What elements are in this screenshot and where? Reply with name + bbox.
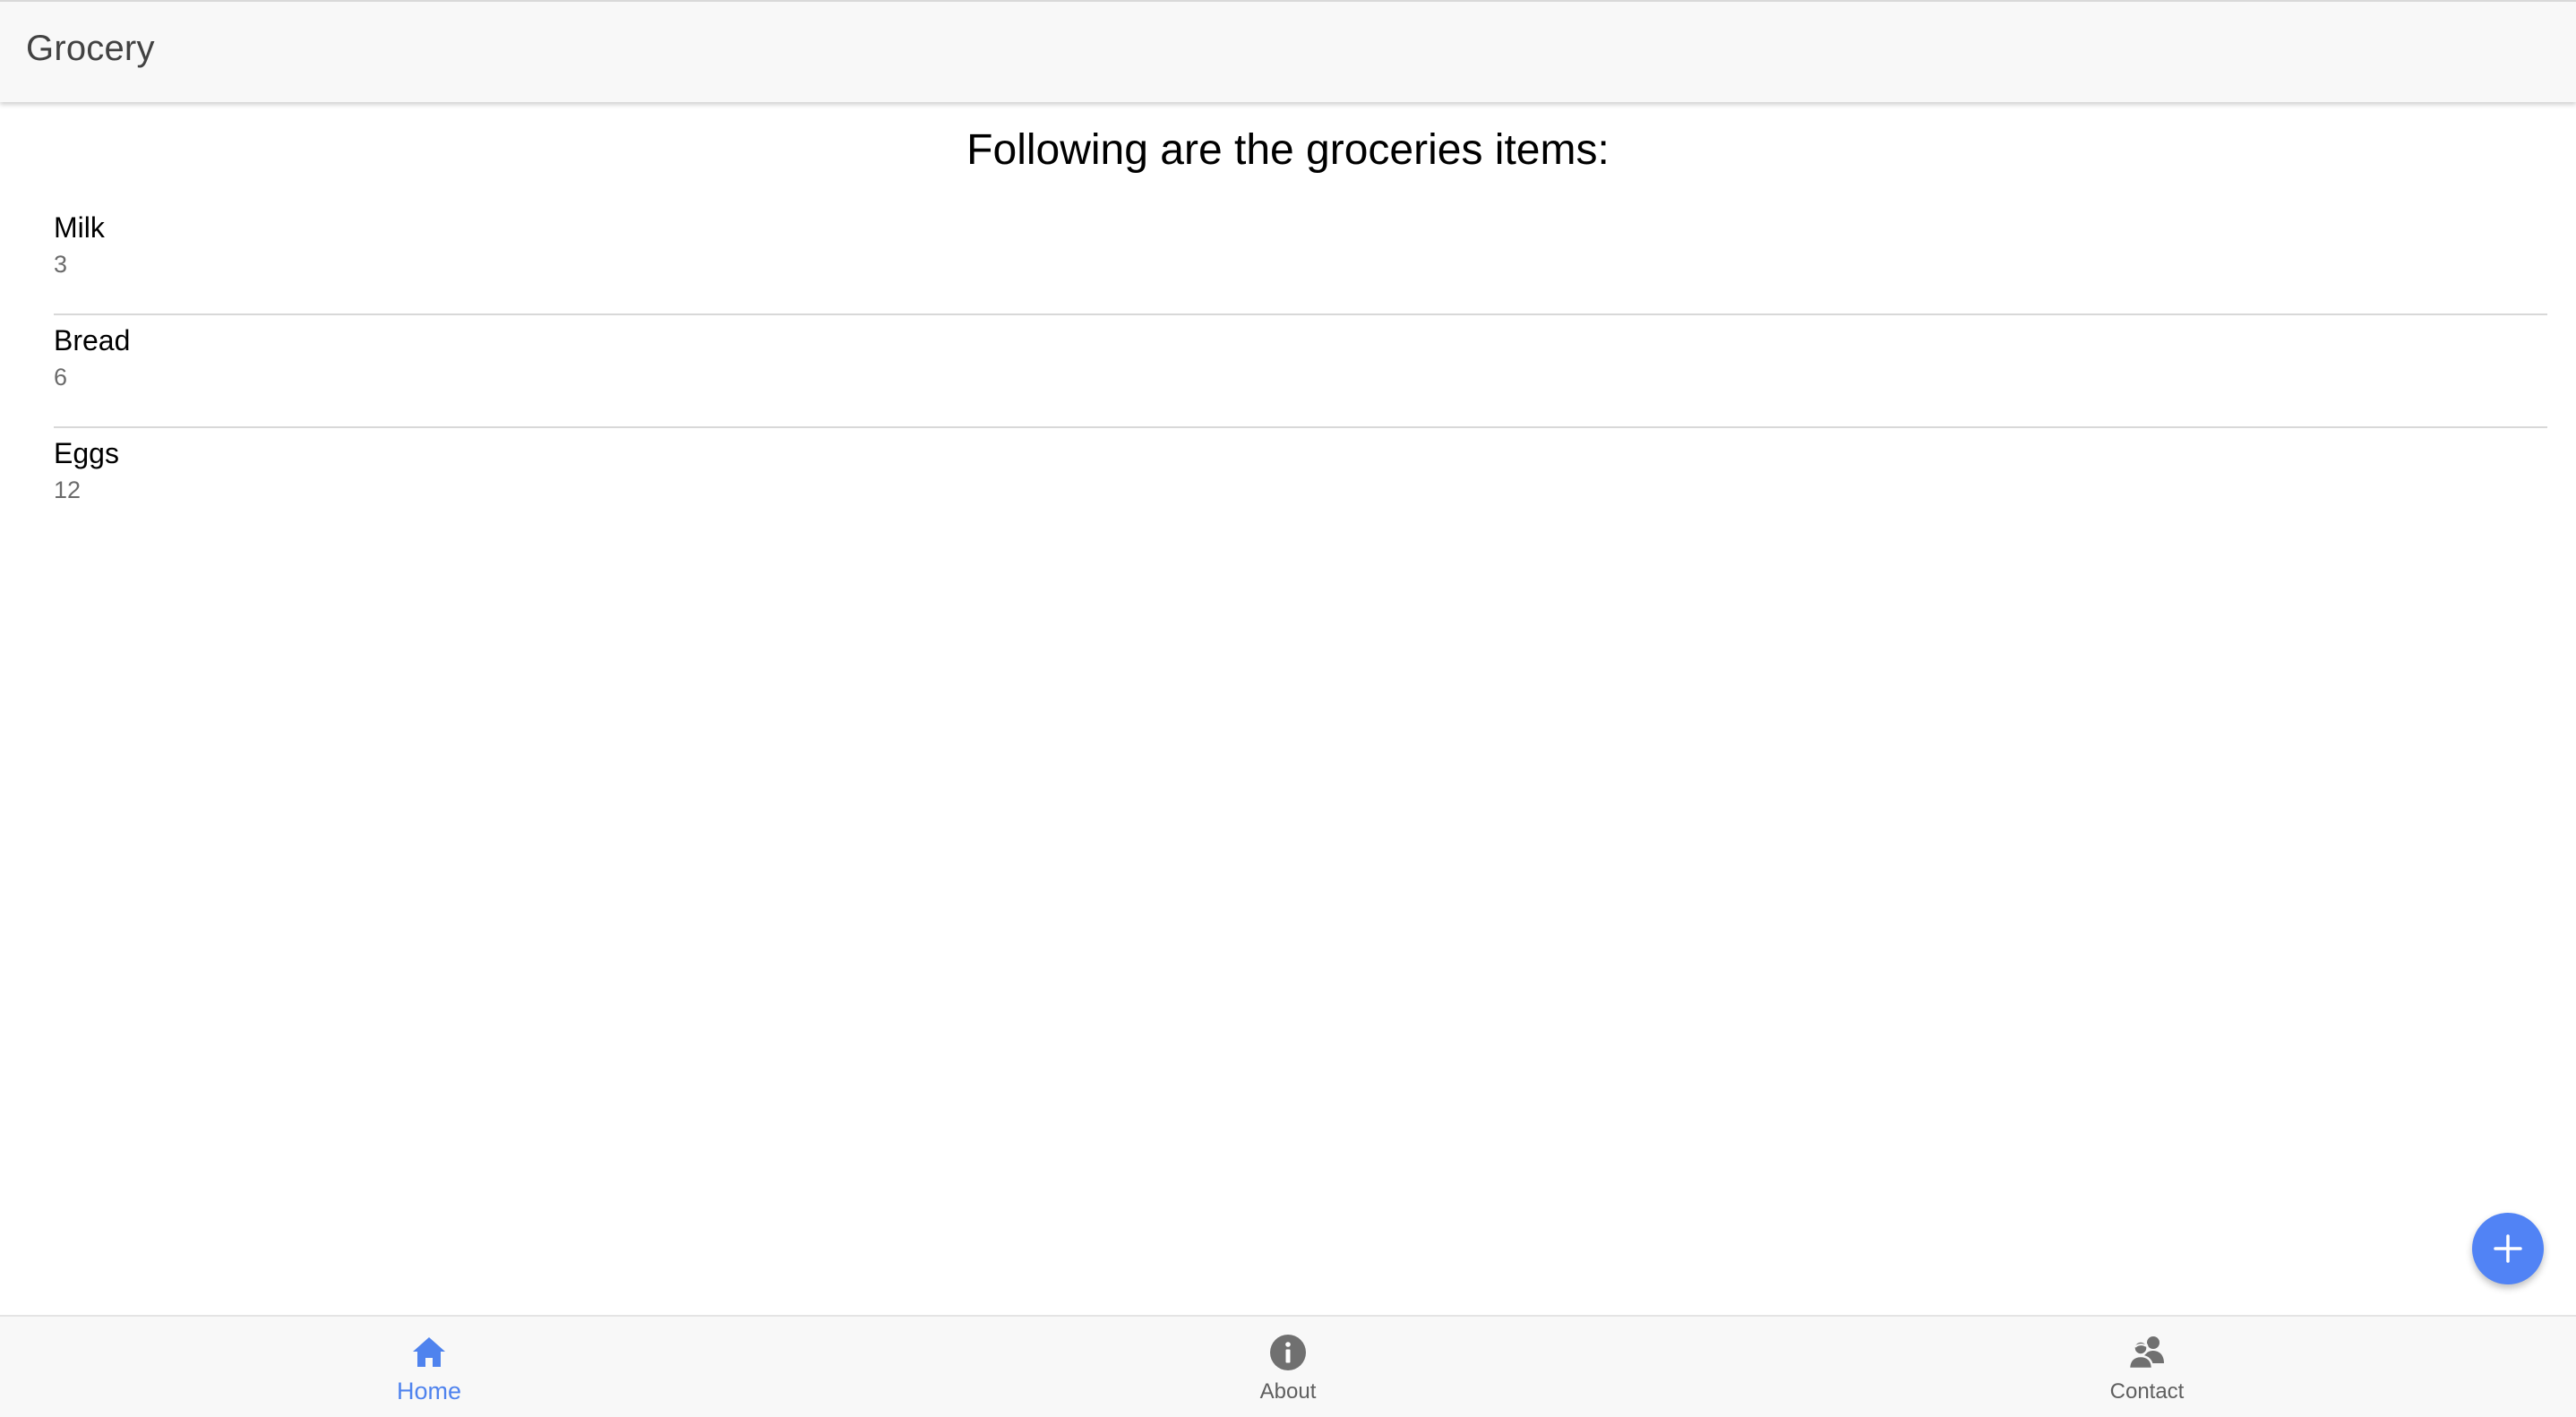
list-item[interactable]: Milk 3 [54,202,2547,315]
info-icon [1270,1335,1306,1370]
page-heading: Following are the groceries items: [966,126,1610,174]
item-quantity: 3 [54,251,68,278]
grocery-list: Milk 3 Bread 6 Eggs 12 [54,202,2547,541]
contacts-icon [2127,1336,2164,1370]
home-icon [413,1337,445,1367]
list-item[interactable]: Bread 6 [54,315,2547,428]
item-name: Milk [54,211,105,244]
tab-home-label: Home [396,1378,462,1404]
tab-contact[interactable]: Contact [1718,1317,2576,1417]
item-quantity: 6 [54,364,68,391]
app-title: Grocery [26,29,155,68]
plus-icon [2494,1234,2522,1263]
add-item-button[interactable] [2472,1213,2544,1284]
tab-contact-label: Contact [2109,1379,2185,1404]
tab-home[interactable]: Home [0,1317,858,1417]
item-name: Bread [54,324,131,356]
list-item[interactable]: Eggs 12 [54,428,2547,541]
bottom-navigation: Home About Contact [0,1315,2576,1417]
app-root: Grocery Following are the groceries item… [0,0,2576,1417]
main-content: Following are the groceries items: Milk … [0,104,2576,1315]
app-header: Grocery [0,0,2576,102]
item-quantity: 12 [54,477,82,503]
tab-about[interactable]: About [859,1317,1717,1417]
item-name: Eggs [54,437,119,469]
tab-about-label: About [1259,1379,1317,1404]
